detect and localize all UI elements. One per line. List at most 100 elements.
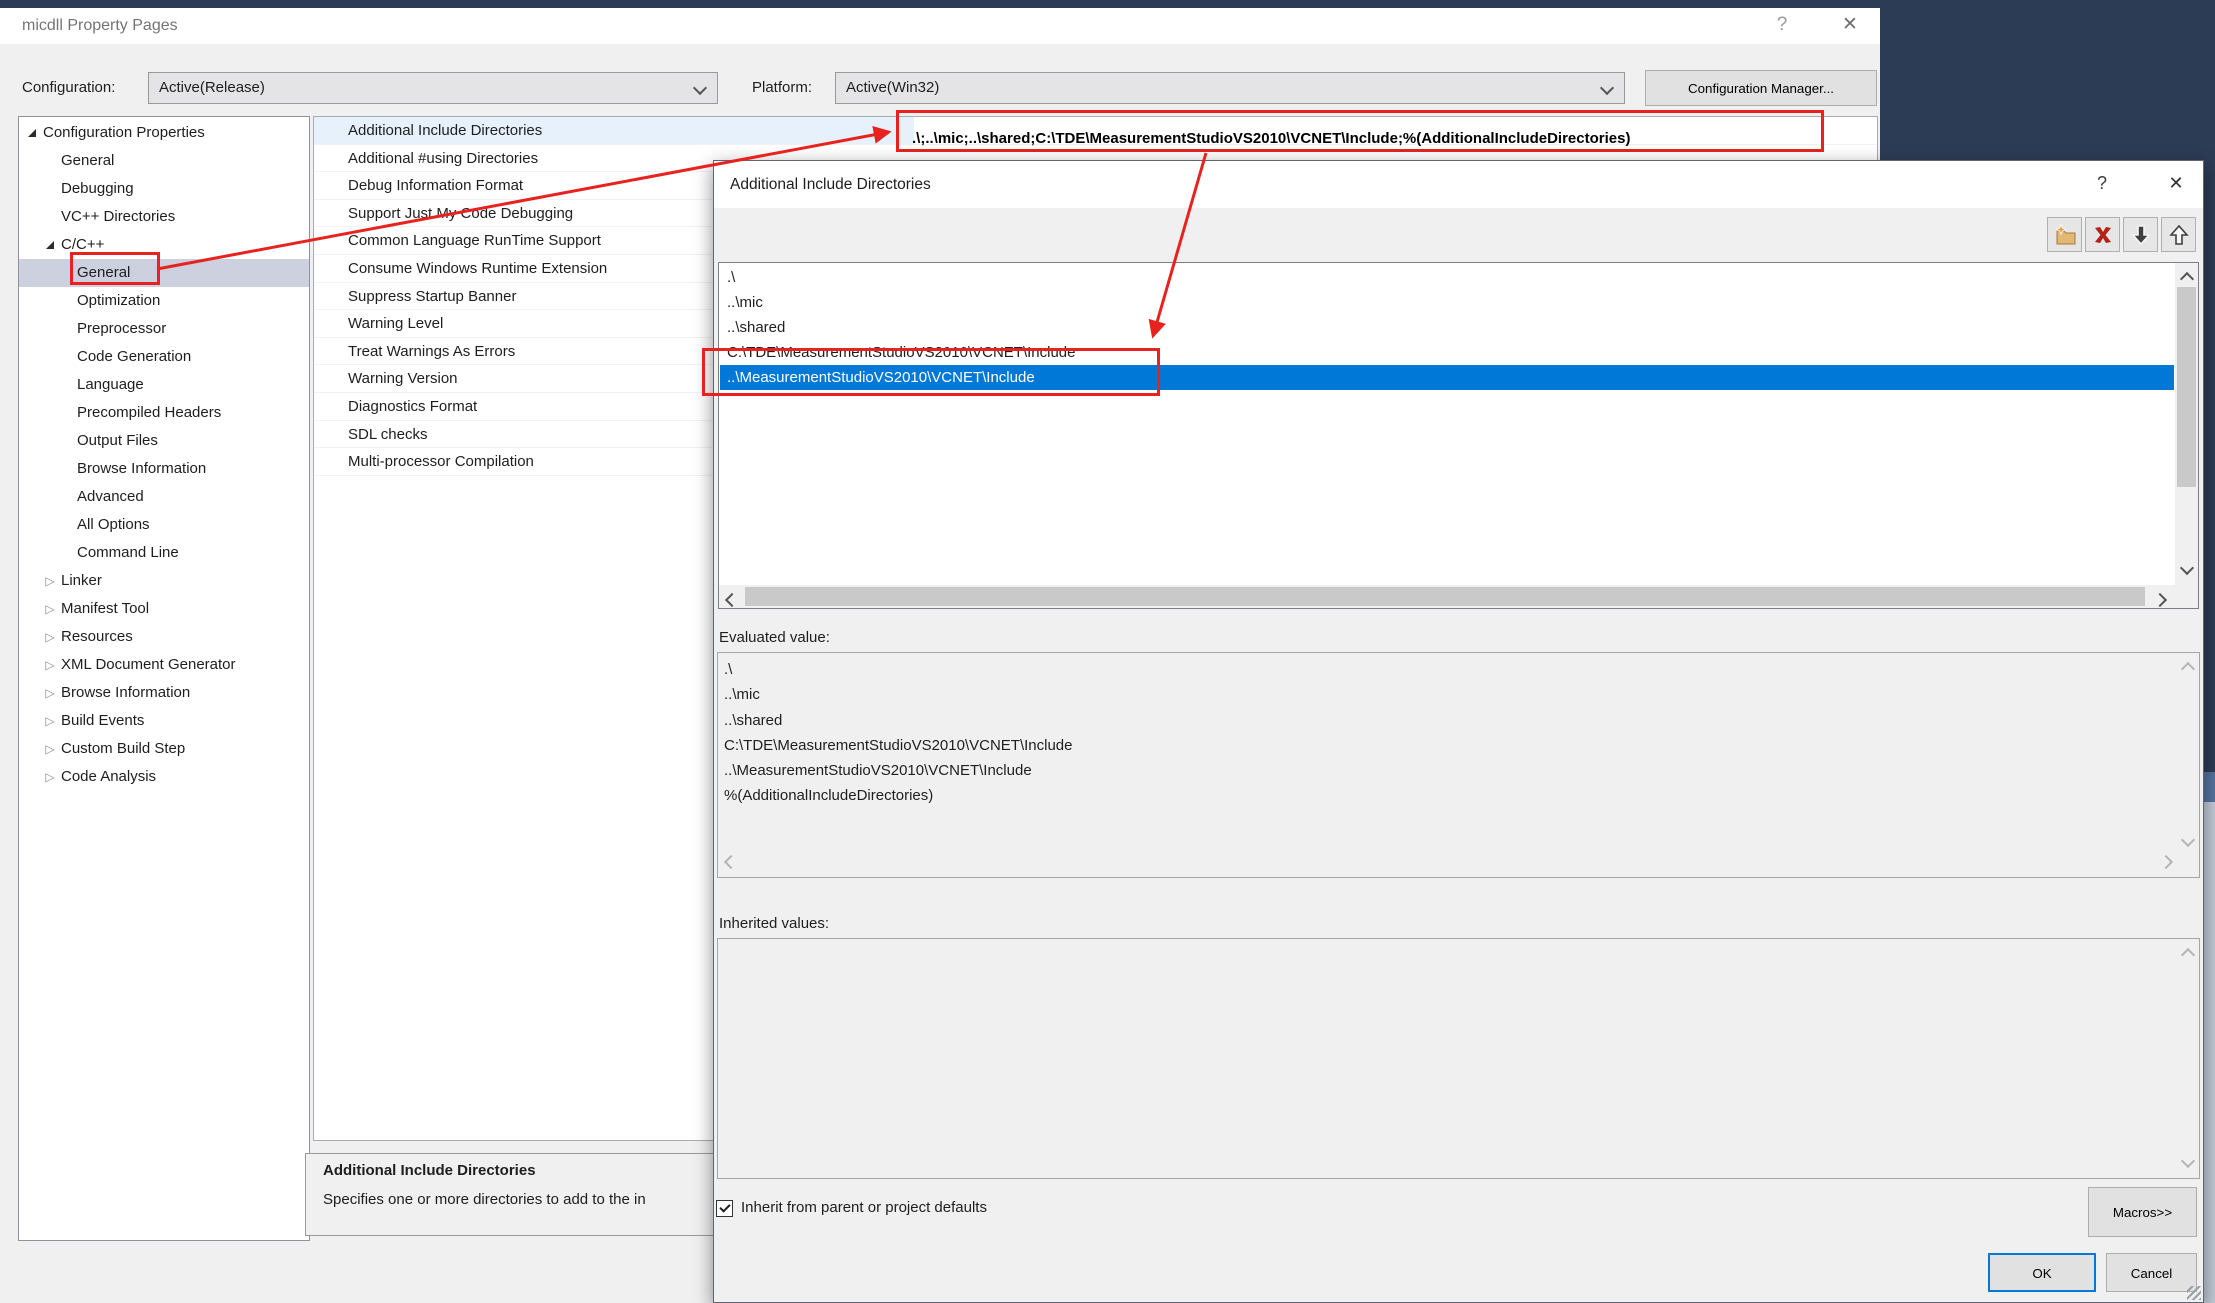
tree-item[interactable]: Command Line [19, 539, 309, 567]
tree-expander-icon[interactable] [39, 651, 61, 679]
directory-list-item[interactable]: .\ [720, 265, 2174, 290]
main-titlebar[interactable]: micdll Property Pages ? ✕ [0, 8, 1880, 44]
resize-grip[interactable] [2187, 1286, 2201, 1300]
evaluated-value-box[interactable]: .\ ..\mic ..\shared C:\TDE\MeasurementSt… [717, 652, 2200, 878]
tree-item-label: Build Events [61, 712, 144, 729]
tree-item[interactable]: Language [19, 371, 309, 399]
tree-item[interactable]: Code Analysis [19, 763, 309, 791]
list-vertical-scrollbar[interactable] [2175, 263, 2198, 585]
scrollbar-thumb[interactable] [2177, 287, 2196, 487]
tree-expander-icon[interactable] [56, 427, 77, 455]
tree-item[interactable]: Advanced [19, 483, 309, 511]
list-horizontal-scrollbar[interactable] [719, 585, 2175, 608]
tree-expander-icon[interactable] [39, 623, 61, 651]
close-icon[interactable]: ✕ [1828, 8, 1872, 44]
tree-item[interactable]: Output Files [19, 427, 309, 455]
tree-expander-icon[interactable] [56, 511, 77, 539]
scroll-left-icon[interactable] [725, 593, 739, 607]
directory-list-item[interactable]: ..\shared [720, 315, 2174, 340]
scroll-up-icon[interactable] [2180, 272, 2194, 286]
new-line-button[interactable] [2047, 217, 2082, 252]
tree-expander-icon[interactable] [39, 175, 61, 203]
tree-item[interactable]: Debugging [19, 175, 309, 203]
tree-item[interactable]: XML Document Generator [19, 651, 309, 679]
tree-item[interactable]: Browse Information [19, 455, 309, 483]
evaluated-line: ..\mic [724, 682, 1073, 707]
tree-item[interactable]: Manifest Tool [19, 595, 309, 623]
tree-item[interactable]: Precompiled Headers [19, 399, 309, 427]
configuration-manager-button[interactable]: Configuration Manager... [1645, 70, 1877, 106]
tree-expander-icon[interactable] [56, 399, 77, 427]
evaluated-line: ..\shared [724, 708, 1073, 733]
tree-expander-icon[interactable] [39, 679, 61, 707]
property-name: Additional Include Directories [348, 122, 542, 139]
tree-expander-icon[interactable] [39, 707, 61, 735]
scroll-left-icon[interactable] [724, 855, 738, 869]
scroll-up-icon[interactable] [2181, 662, 2195, 676]
tree-expander-icon[interactable] [56, 539, 77, 567]
tree-expander-icon[interactable] [39, 147, 61, 175]
tree-expander-icon[interactable] [56, 343, 77, 371]
tree-item[interactable]: Optimization [19, 287, 309, 315]
directory-list-item[interactable]: ..\mic [720, 290, 2174, 315]
evaluated-line: ..\MeasurementStudioVS2010\VCNET\Include [724, 758, 1073, 783]
platform-dropdown[interactable]: Active(Win32) [835, 72, 1625, 104]
ok-button[interactable]: OK [1988, 1253, 2096, 1292]
tree-item[interactable]: C/C++ [19, 231, 309, 259]
help-icon[interactable]: ? [1762, 8, 1802, 44]
tree-item[interactable]: General [19, 147, 309, 175]
move-down-button[interactable] [2123, 217, 2158, 252]
directory-path: ..\MeasurementStudioVS2010\VCNET\Include [727, 369, 1035, 386]
tree-item[interactable]: Custom Build Step [19, 735, 309, 763]
tree-item[interactable]: VC++ Directories [19, 203, 309, 231]
tree-expander-icon[interactable] [39, 567, 61, 595]
scroll-right-icon[interactable] [2159, 855, 2173, 869]
property-name: Diagnostics Format [348, 398, 477, 415]
tree-item[interactable]: Configuration Properties [19, 119, 309, 147]
inherit-checkbox[interactable] [716, 1200, 733, 1217]
delete-button[interactable] [2085, 217, 2120, 252]
directory-list-item[interactable]: ..\MeasurementStudioVS2010\VCNET\Include [720, 365, 2174, 390]
scroll-down-icon[interactable] [2181, 1154, 2195, 1168]
tree-item[interactable]: Code Generation [19, 343, 309, 371]
tree-item[interactable]: Preprocessor [19, 315, 309, 343]
tree-expander-icon[interactable] [56, 315, 77, 343]
tree-item[interactable]: Build Events [19, 707, 309, 735]
scroll-right-icon[interactable] [2153, 593, 2167, 607]
tree-item[interactable]: Resources [19, 623, 309, 651]
scroll-up-icon[interactable] [2181, 948, 2195, 962]
popup-titlebar[interactable]: Additional Include Directories ? ✕ [714, 161, 2203, 208]
popup-help-icon[interactable]: ? [2082, 161, 2122, 208]
tree-expander-icon[interactable] [39, 595, 61, 623]
tree-item[interactable]: Browse Information [19, 679, 309, 707]
tree-expander-icon[interactable] [39, 763, 61, 791]
inherited-values-box[interactable] [717, 938, 2200, 1179]
tree-expander-icon[interactable] [56, 483, 77, 511]
additional-include-directories-value[interactable]: .\;..\mic;..\shared;C:\TDE\MeasurementSt… [912, 118, 1822, 160]
tree-expander-icon[interactable] [39, 231, 61, 259]
macros-button[interactable]: Macros>> [2088, 1187, 2197, 1237]
tree-expander-icon[interactable] [56, 287, 77, 315]
platform-value: Active(Win32) [846, 73, 939, 103]
cancel-button[interactable]: Cancel [2106, 1253, 2197, 1292]
tree-expander-icon[interactable] [39, 735, 61, 763]
tree-expander-icon[interactable] [56, 455, 77, 483]
move-up-icon [2167, 223, 2191, 247]
move-up-button[interactable] [2161, 217, 2196, 252]
tree-expander-icon[interactable] [39, 203, 61, 231]
scroll-down-icon[interactable] [2180, 561, 2194, 575]
directory-list-item[interactable]: C:\TDE\MeasurementStudioVS2010\VCNET\Inc… [720, 340, 2174, 365]
tree-item[interactable]: General [19, 259, 309, 287]
tree-expander-icon[interactable] [56, 371, 77, 399]
property-name: Debug Information Format [348, 177, 523, 194]
tree-expander-icon[interactable] [56, 259, 77, 287]
scrollbar-thumb[interactable] [745, 587, 2145, 606]
inherited-values-label: Inherited values: [719, 913, 829, 935]
scroll-down-icon[interactable] [2181, 833, 2195, 847]
tree-item[interactable]: All Options [19, 511, 309, 539]
tree-expander-icon[interactable] [21, 119, 43, 147]
directories-list: .\ ..\mic ..\shared C:\TDE\MeasurementSt… [718, 262, 2199, 609]
tree-item[interactable]: Linker [19, 567, 309, 595]
popup-close-icon[interactable]: ✕ [2154, 161, 2198, 208]
configuration-dropdown[interactable]: Active(Release) [148, 72, 718, 104]
